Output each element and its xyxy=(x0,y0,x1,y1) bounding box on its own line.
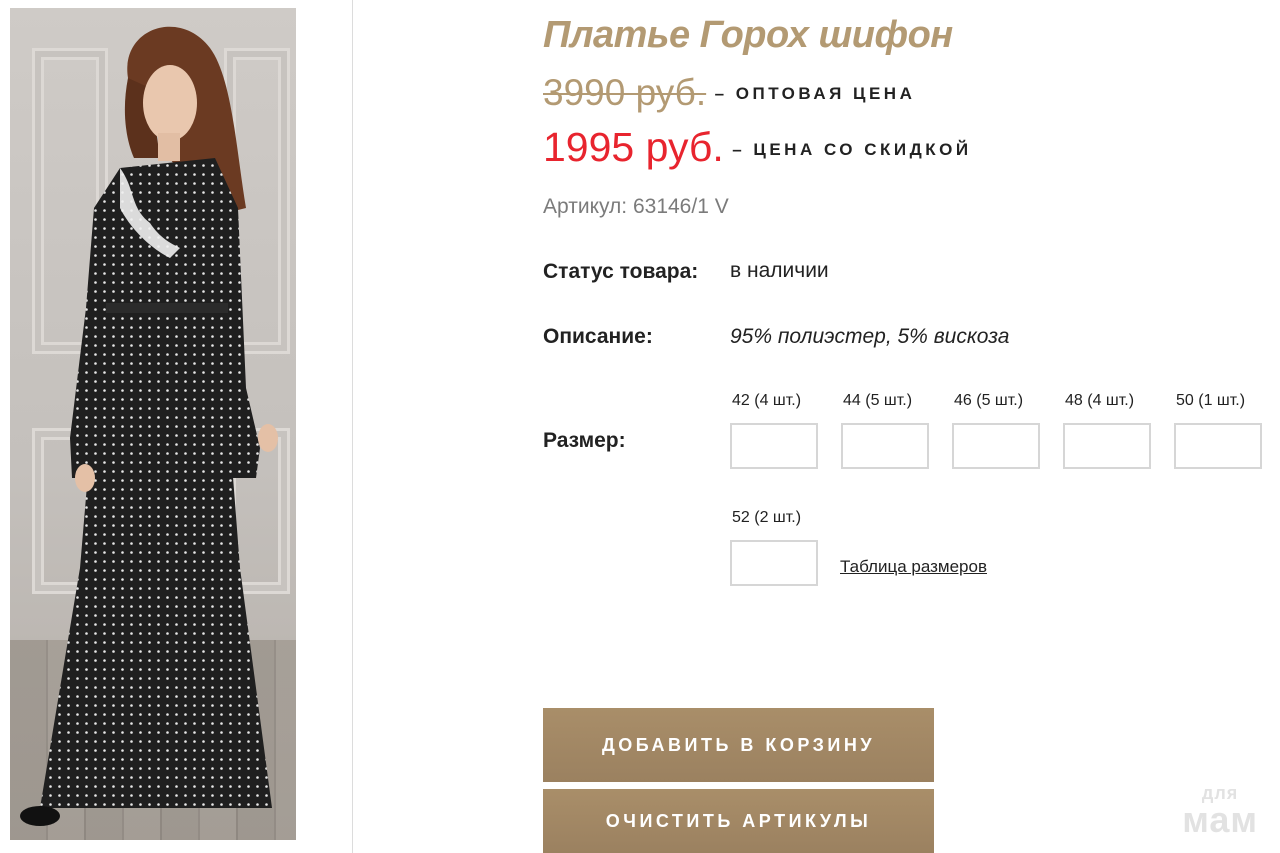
size-quantity-input[interactable] xyxy=(952,423,1040,469)
size-option-label: 50 (1 шт.) xyxy=(1176,392,1246,409)
old-price: 3990 руб. xyxy=(543,72,707,113)
size-quantity-input[interactable] xyxy=(1063,423,1151,469)
size-option-48: 48 (4 шт.) xyxy=(1063,392,1151,469)
size-quantity-input[interactable] xyxy=(841,423,929,469)
product-title: Платье Горох шифон xyxy=(543,14,953,56)
description-label: Описание: xyxy=(543,325,653,348)
description-value: 95% полиэстер, 5% вискоза xyxy=(730,325,1010,348)
size-option-label: 48 (4 шт.) xyxy=(1065,392,1135,409)
size-option-label: 42 (4 шт.) xyxy=(732,392,802,409)
clear-articles-button[interactable]: ОЧИСТИТЬ АРТИКУЛЫ xyxy=(543,789,934,853)
size-option-52: 52 (2 шт.) xyxy=(730,509,818,586)
size-option-label: 46 (5 шт.) xyxy=(954,392,1024,409)
sku: Артикул: 63146/1 V xyxy=(543,195,729,218)
product-photo[interactable] xyxy=(10,8,296,840)
size-quantity-input[interactable] xyxy=(1174,423,1262,469)
size-table-link[interactable]: Таблица размеров xyxy=(840,557,987,577)
column-divider xyxy=(352,0,353,853)
old-price-note: – ОПТОВАЯ ЦЕНА xyxy=(714,84,916,103)
new-price: 1995 руб. xyxy=(543,124,724,170)
watermark-bottom: мам xyxy=(1182,799,1258,840)
new-price-note: – ЦЕНА СО СКИДКОЙ xyxy=(732,140,972,159)
size-option-46: 46 (5 шт.) xyxy=(952,392,1040,469)
size-option-44: 44 (5 шт.) xyxy=(841,392,929,469)
size-option-label: 52 (2 шт.) xyxy=(732,509,802,526)
size-option-label: 44 (5 шт.) xyxy=(843,392,913,409)
old-price-row: 3990 руб. – ОПТОВАЯ ЦЕНА xyxy=(543,72,915,114)
size-quantity-input[interactable] xyxy=(730,540,818,586)
size-label: Размер: xyxy=(543,429,626,452)
watermark-logo: для мам xyxy=(1182,784,1258,838)
new-price-row: 1995 руб. – ЦЕНА СО СКИДКОЙ xyxy=(543,124,972,171)
size-option-50: 50 (1 шт.) xyxy=(1174,392,1262,469)
status-value: в наличии xyxy=(730,259,829,282)
size-option-42: 42 (4 шт.) xyxy=(730,392,818,469)
status-label: Статус товара: xyxy=(543,260,699,283)
model-figure xyxy=(20,26,278,826)
add-to-cart-button[interactable]: ДОБАВИТЬ В КОРЗИНУ xyxy=(543,708,934,782)
size-quantity-input[interactable] xyxy=(730,423,818,469)
